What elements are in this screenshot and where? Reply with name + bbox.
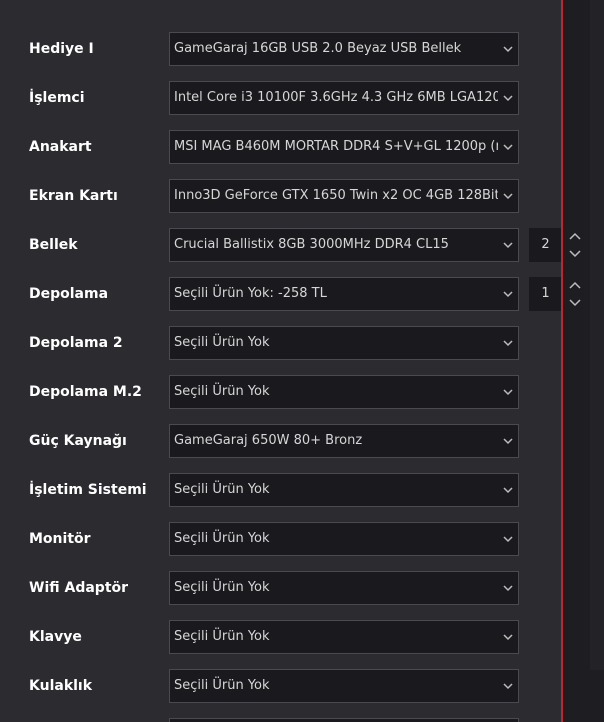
scrollbar-track[interactable] [590,0,604,670]
row-label: Hediye I [29,41,94,57]
chevron-down-icon [503,536,513,543]
row-klavye: Klavye Seçili Ürün Yok [0,620,562,654]
chevron-down-icon [503,340,513,347]
row-label: İşlemci [29,90,85,106]
chevron-down-icon [503,683,513,690]
chevron-down-icon [503,634,513,641]
guc-kaynagi-select[interactable]: GameGaraj 650W 80+ Bronz [169,424,519,458]
chevron-down-icon [503,242,513,249]
depolama-quantity-stepper[interactable] [564,277,586,311]
chevron-down-icon [503,144,513,151]
row-islemci: İşlemci Intel Core i3 10100F 3.6GHz 4.3 … [0,81,562,115]
row-label: Kulaklık [29,678,93,694]
select-value: Crucial Ballistix 8GB 3000MHz DDR4 CL15 [174,237,449,252]
bellek-quantity-stepper[interactable] [564,228,586,262]
row-label: Monitör [29,531,91,547]
row-depolama: Depolama Seçili Ürün Yok: -258 TL 1 [0,277,562,311]
chevron-up-icon[interactable] [564,277,586,294]
select-value: Seçili Ürün Yok [174,580,270,595]
kulaklik-select[interactable]: Seçili Ürün Yok [169,669,519,703]
row-ekran-karti: Ekran Kartı Inno3D GeForce GTX 1650 Twin… [0,179,562,213]
chevron-down-icon[interactable] [564,294,586,311]
chevron-up-icon[interactable] [564,228,586,245]
hediye-select[interactable]: GameGaraj 16GB USB 2.0 Beyaz USB Bellek [169,32,519,66]
row-isletim-sistemi: İşletim Sistemi Seçili Ürün Yok [0,473,562,507]
row-depolama-m2: Depolama M.2 Seçili Ürün Yok [0,375,562,409]
row-label: Bellek [29,237,78,253]
row-guc-kaynagi: Güç Kaynağı GameGaraj 650W 80+ Bronz [0,424,562,458]
select-value: GameGaraj 16GB USB 2.0 Beyaz USB Bellek [174,41,462,56]
select-value: MSI MAG B460M MORTAR DDR4 S+V+GL 1200p (… [174,139,498,154]
depolama-quantity-input[interactable]: 1 [529,277,562,311]
depolama-select[interactable]: Seçili Ürün Yok: -258 TL [169,277,519,311]
row-label: Depolama [29,286,109,302]
chevron-down-icon [503,46,513,53]
chevron-down-icon[interactable] [564,245,586,262]
chevron-down-icon [503,389,513,396]
select-value: Seçili Ürün Yok: -258 TL [174,286,327,301]
row-depolama-2: Depolama 2 Seçili Ürün Yok [0,326,562,360]
row-wifi-adaptor: Wifi Adaptör Seçili Ürün Yok [0,571,562,605]
select-value: Inno3D GeForce GTX 1650 Twin x2 OC 4GB 1… [174,188,498,203]
select-value: Seçili Ürün Yok [174,678,270,693]
chevron-down-icon [503,438,513,445]
row-next-partial [0,718,562,722]
row-label: Güç Kaynağı [29,433,127,449]
islemci-select[interactable]: Intel Core i3 10100F 3.6GHz 4.3 GHz 6MB … [169,81,519,115]
wifi-adaptor-select[interactable]: Seçili Ürün Yok [169,571,519,605]
select-value: Seçili Ürün Yok [174,531,270,546]
chevron-down-icon [503,487,513,494]
row-anakart: Anakart MSI MAG B460M MORTAR DDR4 S+V+GL… [0,130,562,164]
row-bellek: Bellek Crucial Ballistix 8GB 3000MHz DDR… [0,228,562,262]
anakart-select[interactable]: MSI MAG B460M MORTAR DDR4 S+V+GL 1200p (… [169,130,519,164]
quantity-value: 2 [541,237,550,252]
row-label: Anakart [29,139,92,155]
select-value: Seçili Ürün Yok [174,482,270,497]
monitor-select[interactable]: Seçili Ürün Yok [169,522,519,556]
depolama-2-select[interactable]: Seçili Ürün Yok [169,326,519,360]
select-value: Intel Core i3 10100F 3.6GHz 4.3 GHz 6MB … [174,90,498,105]
chevron-down-icon [503,193,513,200]
select-value: Seçili Ürün Yok [174,335,270,350]
depolama-m2-select[interactable]: Seçili Ürün Yok [169,375,519,409]
isletim-sistemi-select[interactable]: Seçili Ürün Yok [169,473,519,507]
bellek-quantity-input[interactable]: 2 [529,228,562,262]
row-label: İşletim Sistemi [29,482,147,498]
row-label: Depolama M.2 [29,384,142,400]
row-label: Ekran Kartı [29,188,118,204]
row-hediye: Hediye I GameGaraj 16GB USB 2.0 Beyaz US… [0,32,562,66]
select-value: GameGaraj 650W 80+ Bronz [174,433,363,448]
chevron-down-icon [503,291,513,298]
chevron-down-icon [503,585,513,592]
chevron-down-icon [503,95,513,102]
row-monitor: Monitör Seçili Ürün Yok [0,522,562,556]
klavye-select[interactable]: Seçili Ürün Yok [169,620,519,654]
configurator-panel: Hediye I GameGaraj 16GB USB 2.0 Beyaz US… [0,0,562,722]
row-label: Depolama 2 [29,335,123,351]
quantity-value: 1 [541,286,550,301]
row-label: Wifi Adaptör [29,580,129,596]
select-value: Seçili Ürün Yok [174,384,270,399]
next-select[interactable] [169,718,519,722]
bellek-select[interactable]: Crucial Ballistix 8GB 3000MHz DDR4 CL15 [169,228,519,262]
select-value: Seçili Ürün Yok [174,629,270,644]
ekran-karti-select[interactable]: Inno3D GeForce GTX 1650 Twin x2 OC 4GB 1… [169,179,519,213]
row-label: Klavye [29,629,82,645]
row-kulaklik: Kulaklık Seçili Ürün Yok [0,669,562,703]
